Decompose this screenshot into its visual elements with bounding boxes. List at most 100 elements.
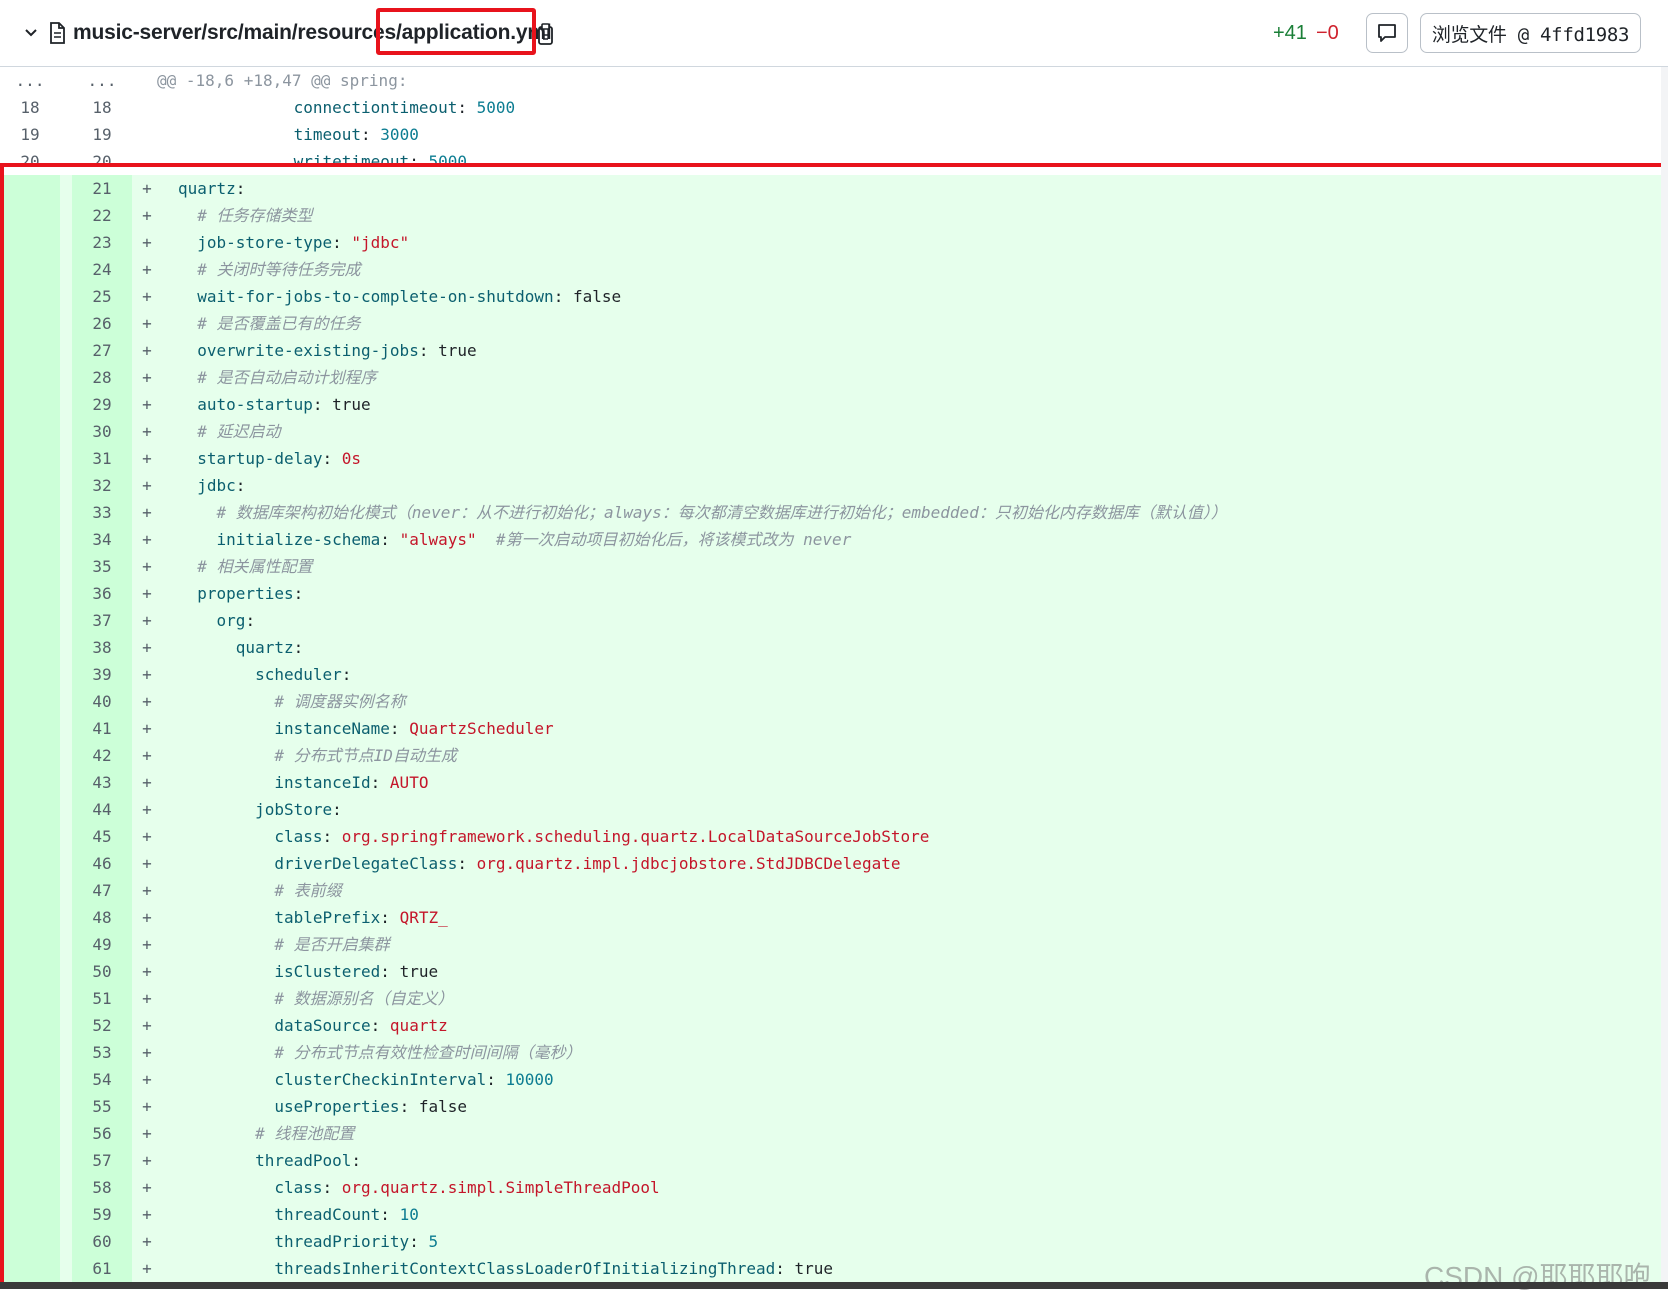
new-line-number[interactable]: 29 [72, 391, 132, 418]
added-line: 54 + clusterCheckinInterval: 10000 [0, 1066, 1661, 1093]
new-line-number[interactable]: 56 [72, 1120, 132, 1147]
added-line: 35 + # 相关属性配置 [0, 553, 1661, 580]
comment-icon [1378, 24, 1396, 42]
new-line-number[interactable]: 27 [72, 337, 132, 364]
new-line-number[interactable]: 36 [72, 580, 132, 607]
yaml-separator: : [341, 665, 352, 684]
old-line-number[interactable]: 18 [0, 94, 60, 121]
new-line-number[interactable]: 31 [72, 445, 132, 472]
yaml-comment: # 是否自动启动计划程序 [197, 368, 377, 387]
hunk-header-row[interactable]: ... ... @@ -18,6 +18,47 @@ spring: [0, 67, 1661, 94]
add-sign: + [142, 1124, 152, 1143]
new-line-number[interactable]: 22 [72, 202, 132, 229]
new-line-number[interactable]: 46 [72, 850, 132, 877]
new-line-number[interactable]: 49 [72, 931, 132, 958]
view-file-button[interactable]: 浏览文件 @ 4ffd1983 [1420, 13, 1641, 53]
new-line-number[interactable]: 45 [72, 823, 132, 850]
added-line: 56 + # 线程池配置 [0, 1120, 1661, 1147]
new-line-number[interactable]: 60 [72, 1228, 132, 1255]
added-line: 60 + threadPriority: 5 [0, 1228, 1661, 1255]
new-line-number[interactable]: 41 [72, 715, 132, 742]
chevron-down-icon[interactable] [22, 24, 40, 42]
added-line: 25 + wait-for-jobs-to-complete-on-shutdow… [0, 283, 1661, 310]
new-line-number[interactable]: 54 [72, 1066, 132, 1093]
new-line-number[interactable]: 50 [72, 958, 132, 985]
context-line: 19 19 timeout: 3000 [0, 121, 1661, 148]
added-line: 51 + # 数据源别名（自定义） [0, 985, 1661, 1012]
add-sign: + [142, 476, 152, 495]
new-line-number[interactable]: 58 [72, 1174, 132, 1201]
expand-old-ellipsis[interactable]: ... [0, 67, 60, 94]
bottom-bar [0, 1282, 1668, 1289]
line-content: connectiontimeout: 5000 [178, 94, 516, 121]
old-line-number-empty [0, 229, 60, 256]
new-line-number[interactable]: 48 [72, 904, 132, 931]
old-line-number[interactable]: 19 [0, 121, 60, 148]
comment-button[interactable] [1366, 13, 1408, 53]
new-line-number[interactable]: 39 [72, 661, 132, 688]
new-line-number[interactable]: 20 [72, 148, 132, 175]
old-line-number-empty [0, 769, 60, 796]
line-content: # 是否覆盖已有的任务 [178, 310, 360, 337]
new-line-number[interactable]: 24 [72, 256, 132, 283]
new-line-number[interactable]: 37 [72, 607, 132, 634]
new-line-number[interactable]: 40 [72, 688, 132, 715]
new-line-number[interactable]: 34 [72, 526, 132, 553]
new-line-number[interactable]: 57 [72, 1147, 132, 1174]
new-line-number[interactable]: 55 [72, 1093, 132, 1120]
new-line-number[interactable]: 43 [72, 769, 132, 796]
scrollbar[interactable] [1661, 67, 1668, 1289]
add-sign: + [142, 422, 152, 441]
old-line-number[interactable]: 20 [0, 148, 60, 175]
new-line-number[interactable]: 21 [72, 175, 132, 202]
old-line-number-empty [0, 1012, 60, 1039]
new-line-number[interactable]: 51 [72, 985, 132, 1012]
line-content: dataSource: quartz [178, 1012, 447, 1039]
yaml-value: 0s [341, 449, 362, 468]
new-line-number[interactable]: 52 [72, 1012, 132, 1039]
new-line-number[interactable]: 42 [72, 742, 132, 769]
yaml-value: AUTO [389, 773, 429, 792]
yaml-value: org.springframework.scheduling.quartz.Lo… [341, 827, 930, 846]
new-line-number[interactable]: 25 [72, 283, 132, 310]
new-line-number[interactable]: 32 [72, 472, 132, 499]
old-line-number-empty [0, 1174, 60, 1201]
new-line-number[interactable]: 59 [72, 1201, 132, 1228]
old-line-number-empty [0, 607, 60, 634]
add-sign: + [142, 881, 152, 900]
new-line-number[interactable]: 53 [72, 1039, 132, 1066]
yaml-key: clusterCheckinInterval [274, 1070, 487, 1089]
line-content: useProperties: false [178, 1093, 467, 1120]
new-line-number[interactable]: 30 [72, 418, 132, 445]
added-line: 33 + # 数据库架构初始化模式（never：从不进行初始化；always：每次… [0, 499, 1661, 526]
new-line-number[interactable]: 35 [72, 553, 132, 580]
new-line-number[interactable]: 19 [72, 121, 132, 148]
copy-path-icon[interactable] [536, 22, 556, 46]
new-line-number[interactable]: 61 [72, 1255, 132, 1282]
new-line-number[interactable]: 26 [72, 310, 132, 337]
old-line-number-empty [0, 499, 60, 526]
yaml-comment: # 任务存储类型 [197, 206, 313, 225]
new-line-number[interactable]: 18 [72, 94, 132, 121]
new-line-number[interactable]: 47 [72, 877, 132, 904]
new-line-number[interactable]: 28 [72, 364, 132, 391]
new-line-number[interactable]: 23 [72, 229, 132, 256]
yaml-value: 10000 [505, 1070, 554, 1089]
new-line-number[interactable]: 38 [72, 634, 132, 661]
new-line-number[interactable]: 44 [72, 796, 132, 823]
line-content: quartz: [178, 175, 245, 202]
file-icon [50, 22, 65, 44]
new-line-number[interactable]: 33 [72, 499, 132, 526]
yaml-comment: # 数据库架构初始化模式（never：从不进行初始化；always：每次都清空数… [216, 503, 1227, 522]
expand-new-ellipsis[interactable]: ... [72, 67, 132, 94]
